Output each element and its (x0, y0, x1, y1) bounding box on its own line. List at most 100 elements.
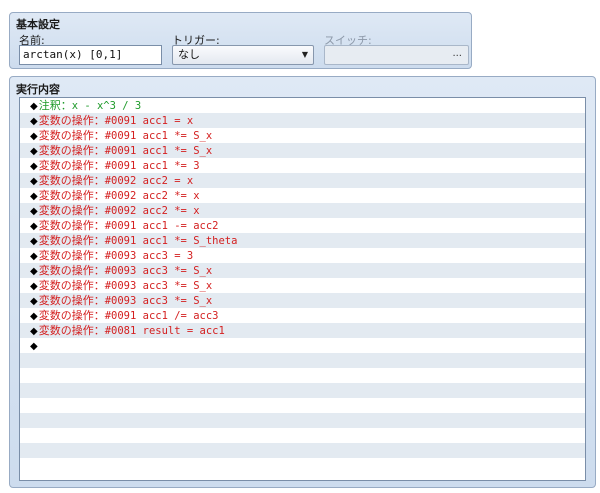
command-row[interactable]: ◆変数の操作：#0081 result = acc1 (20, 323, 585, 338)
variable-operation-command: 変数の操作：#0091 acc1 = x (39, 114, 194, 127)
command-text: #0081 result = acc1 (104, 325, 225, 337)
variable-operation-command: 変数の操作：#0091 acc1 /= acc3 (39, 309, 219, 322)
command-row[interactable]: ◆変数の操作：#0091 acc1 -= acc2 (20, 218, 585, 233)
variable-operation-command: 変数の操作：#0093 acc3 = 3 (39, 249, 194, 262)
command-text: #0091 acc1 -= acc2 (104, 220, 219, 232)
command-prefix: 変数の操作： (38, 294, 105, 307)
trigger-value: なし (178, 48, 200, 61)
empty-row (20, 413, 585, 428)
command-marker: ◆ (30, 176, 38, 187)
execution-title: 実行内容 (16, 83, 60, 96)
command-text: #0093 acc3 *= S_x (104, 265, 213, 277)
command-marker: ◆ (30, 146, 38, 157)
empty-row (20, 398, 585, 413)
command-row[interactable]: ◆変数の操作：#0093 acc3 *= S_x (20, 263, 585, 278)
command-list[interactable]: ◆注釈：x - x^3 / 3 ◆変数の操作：#0091 acc1 = x ◆変数の… (19, 97, 586, 481)
command-prefix: 変数の操作： (38, 204, 105, 217)
empty-row (20, 443, 585, 458)
variable-operation-command: 変数の操作：#0091 acc1 *= 3 (39, 159, 200, 172)
command-text: x - x^3 / 3 (71, 100, 142, 112)
command-marker: ◆ (30, 236, 38, 247)
variable-operation-command: 変数の操作：#0091 acc1 *= S_x (39, 144, 212, 157)
command-text: #0091 acc1 *= 3 (104, 160, 200, 172)
command-prefix: 変数の操作： (38, 219, 105, 232)
variable-operation-command: 変数の操作：#0091 acc1 *= S_theta (39, 234, 238, 247)
command-text: #0092 acc2 = x (104, 175, 194, 187)
empty-row (20, 368, 585, 383)
command-text: #0092 acc2 *= x (104, 205, 200, 217)
empty-row (20, 458, 585, 473)
command-prefix: 変数の操作： (38, 324, 105, 337)
empty-row (20, 353, 585, 368)
command-text: #0093 acc3 *= S_x (104, 280, 213, 292)
command-row[interactable]: ◆ (20, 338, 585, 353)
command-row[interactable]: ◆変数の操作：#0091 acc1 /= acc3 (20, 308, 585, 323)
command-text: #0091 acc1 *= S_x (104, 130, 213, 142)
command-row[interactable]: ◆変数の操作：#0091 acc1 *= S_x (20, 143, 585, 158)
command-row[interactable]: ◆変数の操作：#0093 acc3 *= S_x (20, 293, 585, 308)
command-text: #0091 acc1 /= acc3 (104, 310, 219, 322)
trigger-dropdown[interactable]: なし ▼ (172, 45, 314, 65)
command-marker: ◆ (30, 161, 38, 172)
command-prefix: 変数の操作： (38, 144, 105, 157)
command-text: #0091 acc1 *= S_theta (104, 235, 238, 247)
command-prefix: 変数の操作： (38, 264, 105, 277)
command-text: #0093 acc3 *= S_x (104, 295, 213, 307)
variable-operation-command: 変数の操作：#0092 acc2 = x (39, 174, 194, 187)
command-marker: ◆ (30, 101, 38, 112)
command-marker: ◆ (30, 341, 38, 352)
switch-browse-button: ... (452, 48, 462, 59)
command-prefix: 変数の操作： (38, 249, 105, 262)
command-marker: ◆ (30, 131, 38, 142)
variable-operation-command: 変数の操作：#0093 acc3 *= S_x (39, 264, 212, 277)
variable-operation-command: 変数の操作：#0093 acc3 *= S_x (39, 279, 212, 292)
command-text: #0091 acc1 *= S_x (104, 145, 213, 157)
command-row[interactable]: ◆変数の操作：#0091 acc1 *= S_x (20, 128, 585, 143)
command-text: #0091 acc1 = x (104, 115, 194, 127)
variable-operation-command: 変数の操作：#0093 acc3 *= S_x (39, 294, 212, 307)
variable-operation-command: 変数の操作：#0081 result = acc1 (39, 324, 225, 337)
command-row[interactable]: ◆注釈：x - x^3 / 3 (20, 98, 585, 113)
command-marker: ◆ (30, 296, 38, 307)
command-prefix: 変数の操作： (38, 234, 105, 247)
command-row[interactable]: ◆変数の操作：#0091 acc1 *= 3 (20, 158, 585, 173)
variable-operation-command: 変数の操作：#0091 acc1 -= acc2 (39, 219, 219, 232)
empty-row (20, 428, 585, 443)
execution-panel: 実行内容 ◆注釈：x - x^3 / 3 ◆変数の操作：#0091 acc1 = … (9, 76, 596, 488)
command-row[interactable]: ◆変数の操作：#0093 acc3 = 3 (20, 248, 585, 263)
chevron-down-icon: ▼ (301, 50, 308, 59)
command-row[interactable]: ◆変数の操作：#0092 acc2 *= x (20, 188, 585, 203)
command-prefix: 注釈： (38, 99, 72, 112)
command-prefix: 変数の操作： (38, 279, 105, 292)
comment-command: 注釈：x - x^3 / 3 (39, 99, 142, 112)
command-row[interactable]: ◆変数の操作：#0092 acc2 = x (20, 173, 585, 188)
command-marker: ◆ (30, 221, 38, 232)
command-prefix: 変数の操作： (38, 159, 105, 172)
basic-settings-panel: 基本設定 名前: arctan(x) [0,1] トリガー: なし ▼ スイッチ… (9, 12, 472, 69)
empty-row (20, 383, 585, 398)
command-marker: ◆ (30, 206, 38, 217)
command-row[interactable]: ◆変数の操作：#0091 acc1 *= S_theta (20, 233, 585, 248)
command-prefix: 変数の操作： (38, 309, 105, 322)
variable-operation-command: 変数の操作：#0092 acc2 *= x (39, 204, 200, 217)
command-marker: ◆ (30, 311, 38, 322)
name-field[interactable]: arctan(x) [0,1] (19, 45, 162, 65)
variable-operation-command: 変数の操作：#0092 acc2 *= x (39, 189, 200, 202)
switch-selector: ... (324, 45, 469, 65)
basic-settings-title: 基本設定 (16, 18, 60, 31)
command-marker: ◆ (30, 281, 38, 292)
command-prefix: 変数の操作： (38, 129, 105, 142)
command-marker: ◆ (30, 251, 38, 262)
command-row[interactable]: ◆変数の操作：#0091 acc1 = x (20, 113, 585, 128)
command-row[interactable]: ◆変数の操作：#0093 acc3 *= S_x (20, 278, 585, 293)
command-marker: ◆ (30, 116, 38, 127)
command-prefix: 変数の操作： (38, 114, 105, 127)
command-marker: ◆ (30, 191, 38, 202)
command-text: #0092 acc2 *= x (104, 190, 200, 202)
variable-operation-command: 変数の操作：#0091 acc1 *= S_x (39, 129, 212, 142)
command-text: #0093 acc3 = 3 (104, 250, 194, 262)
command-marker: ◆ (30, 326, 38, 337)
command-marker: ◆ (30, 266, 38, 277)
command-prefix: 変数の操作： (38, 174, 105, 187)
command-row[interactable]: ◆変数の操作：#0092 acc2 *= x (20, 203, 585, 218)
